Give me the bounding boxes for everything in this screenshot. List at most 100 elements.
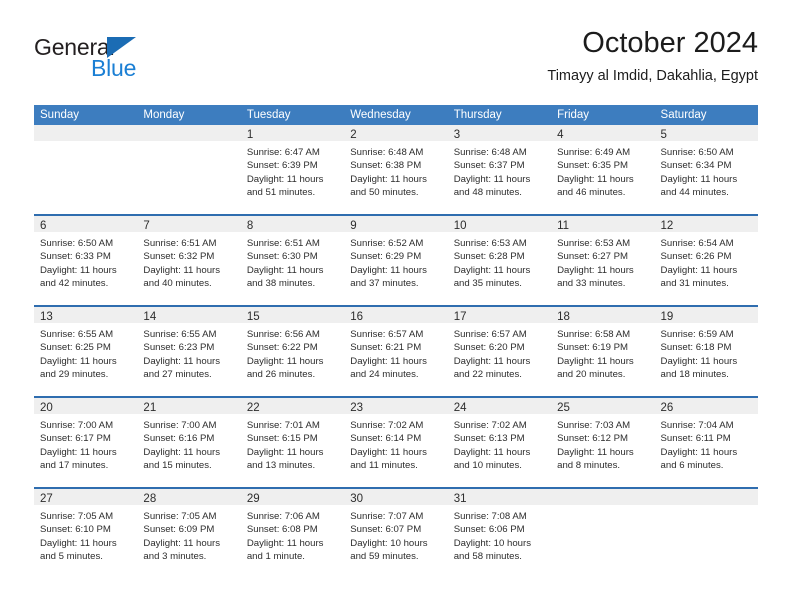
calendar-grid: Sunday Monday Tuesday Wednesday Thursday…: [34, 105, 758, 578]
day-details: Sunrise: 7:08 AM Sunset: 6:06 PM Daylight:…: [448, 505, 551, 564]
day-details: Sunrise: 7:00 AM Sunset: 6:16 PM Daylight:…: [137, 414, 240, 473]
calendar-day-cell[interactable]: 27 Sunrise: 7:05 AM Sunset: 6:10 PM Dayligh…: [34, 489, 138, 578]
calendar-day-cell[interactable]: 21 Sunrise: 7:00 AM Sunset: 6:16 PM Dayligh…: [137, 398, 241, 487]
sunset-time: Sunset: 6:19 PM: [557, 342, 629, 354]
sunrise-time: Sunrise: 7:05 AM: [40, 511, 114, 522]
daylight-duration: Daylight: 11 hours and 40 minutes.: [143, 264, 221, 290]
sunrise-time: Sunrise: 6:48 AM: [350, 147, 424, 158]
day-details: Sunrise: 6:55 AM Sunset: 6:23 PM Daylight:…: [137, 323, 240, 382]
day-number-band: 26: [654, 398, 758, 414]
sunrise-time: Sunrise: 6:50 AM: [660, 147, 734, 158]
calendar-day-cell[interactable]: 28 Sunrise: 7:05 AM Sunset: 6:09 PM Dayligh…: [137, 489, 241, 578]
calendar-day-cell[interactable]: 22 Sunrise: 7:01 AM Sunset: 6:15 PM Dayligh…: [240, 398, 345, 487]
calendar-day-cell[interactable]: 9 Sunrise: 6:52 AM Sunset: 6:29 PM Daylight…: [344, 216, 448, 305]
sunrise-time: Sunrise: 7:02 AM: [453, 420, 527, 431]
day-number-band: 24: [447, 398, 552, 414]
sunset-time: Sunset: 6:30 PM: [246, 251, 318, 263]
calendar-day-cell[interactable]: 26 Sunrise: 7:04 AM Sunset: 6:11 PM Dayligh…: [654, 398, 758, 487]
calendar-day-cell[interactable]: 18 Sunrise: 6:58 AM Sunset: 6:19 PM Dayligh…: [551, 307, 655, 396]
sunrise-time: Sunrise: 7:02 AM: [350, 420, 424, 431]
daylight-duration: Daylight: 11 hours and 46 minutes.: [557, 173, 634, 199]
daylight-duration: Daylight: 11 hours and 37 minutes.: [350, 264, 427, 290]
calendar-day-cell[interactable]: 1 Sunrise: 6:47 AM Sunset: 6:39 PM Daylight…: [240, 125, 345, 214]
sunset-time: Sunset: 6:33 PM: [40, 251, 111, 263]
daylight-duration: Daylight: 11 hours and 22 minutes.: [453, 355, 531, 381]
day-details: Sunrise: 6:52 AM Sunset: 6:29 PM Daylight:…: [344, 232, 447, 291]
daylight-duration: Daylight: 11 hours and 8 minutes.: [557, 446, 634, 472]
daylight-duration: Daylight: 11 hours and 26 minutes.: [246, 355, 324, 381]
daylight-duration: Daylight: 11 hours and 50 minutes.: [350, 173, 427, 199]
calendar-day-cell[interactable]: 12 Sunrise: 6:54 AM Sunset: 6:26 PM Dayligh…: [654, 216, 758, 305]
day-number-band: 16: [344, 307, 448, 323]
calendar-day-cell[interactable]: 13 Sunrise: 6:55 AM Sunset: 6:25 PM Dayligh…: [34, 307, 138, 396]
calendar-day-cell[interactable]: 10 Sunrise: 6:53 AM Sunset: 6:28 PM Dayligh…: [447, 216, 552, 305]
daylight-duration: Daylight: 11 hours and 13 minutes.: [246, 446, 324, 472]
day-number: 27: [40, 493, 53, 505]
weekday-header-saturday: Saturday: [660, 109, 707, 121]
day-number-band: 3: [447, 125, 552, 141]
weekday-header-monday: Monday: [143, 109, 185, 121]
daylight-duration: Daylight: 11 hours and 18 minutes.: [660, 355, 738, 381]
sunrise-time: Sunrise: 6:55 AM: [40, 329, 114, 340]
sunset-time: Sunset: 6:09 PM: [143, 524, 215, 536]
calendar-day-cell[interactable]: 19 Sunrise: 6:59 AM Sunset: 6:18 PM Dayligh…: [654, 307, 758, 396]
day-number-band: 9: [344, 216, 448, 232]
calendar-day-cell[interactable]: 25 Sunrise: 7:03 AM Sunset: 6:12 PM Dayligh…: [551, 398, 655, 487]
calendar-day-cell[interactable]: 24 Sunrise: 7:02 AM Sunset: 6:13 PM Dayligh…: [447, 398, 552, 487]
calendar-day-cell[interactable]: 2 Sunrise: 6:48 AM Sunset: 6:38 PM Daylight…: [344, 125, 448, 214]
calendar-day-cell[interactable]: 3 Sunrise: 6:48 AM Sunset: 6:37 PM Daylight…: [447, 125, 552, 214]
day-number-band: 31: [447, 489, 552, 505]
general-blue-logo: General Blue: [34, 34, 154, 86]
day-details: Sunrise: 6:55 AM Sunset: 6:25 PM Daylight:…: [34, 323, 137, 382]
calendar-day-cell[interactable]: 23 Sunrise: 7:02 AM Sunset: 6:14 PM Dayligh…: [344, 398, 448, 487]
daylight-duration: Daylight: 11 hours and 1 minute.: [246, 537, 324, 563]
logo-text-blue: Blue: [91, 55, 137, 81]
sunrise-time: Sunrise: 7:03 AM: [557, 420, 631, 431]
calendar-weeks: 1 Sunrise: 6:47 AM Sunset: 6:39 PM Daylight…: [34, 125, 758, 578]
sunset-time: Sunset: 6:23 PM: [143, 342, 215, 354]
sunset-time: Sunset: 6:39 PM: [246, 160, 318, 172]
day-number-band: 25: [551, 398, 655, 414]
day-number: 7: [143, 220, 150, 232]
day-details: Sunrise: 7:00 AM Sunset: 6:17 PM Daylight:…: [34, 414, 137, 473]
calendar-day-cell[interactable]: 6 Sunrise: 6:50 AM Sunset: 6:33 PM Daylight…: [34, 216, 138, 305]
day-details: Sunrise: 7:07 AM Sunset: 6:07 PM Daylight:…: [344, 505, 447, 564]
sunrise-time: Sunrise: 7:07 AM: [350, 511, 424, 522]
sunrise-time: Sunrise: 6:48 AM: [453, 147, 527, 158]
calendar-day-cell[interactable]: 11 Sunrise: 6:53 AM Sunset: 6:27 PM Dayligh…: [551, 216, 655, 305]
day-details: Sunrise: 7:03 AM Sunset: 6:12 PM Daylight:…: [551, 414, 654, 473]
sunset-time: Sunset: 6:35 PM: [557, 160, 629, 172]
calendar-day-cell[interactable]: 4 Sunrise: 6:49 AM Sunset: 6:35 PM Daylight…: [551, 125, 655, 214]
daylight-duration: Daylight: 11 hours and 20 minutes.: [557, 355, 634, 381]
sunrise-time: Sunrise: 6:47 AM: [246, 147, 320, 158]
calendar-day-cell[interactable]: 31 Sunrise: 7:08 AM Sunset: 6:06 PM Dayligh…: [447, 489, 552, 578]
calendar-day-cell[interactable]: 17 Sunrise: 6:57 AM Sunset: 6:20 PM Dayligh…: [447, 307, 552, 396]
daylight-duration: Daylight: 11 hours and 38 minutes.: [246, 264, 324, 290]
day-number: 22: [246, 402, 260, 414]
day-number-band: 10: [447, 216, 552, 232]
day-details: Sunrise: 6:57 AM Sunset: 6:20 PM Daylight:…: [448, 323, 551, 382]
day-number: 4: [557, 129, 564, 141]
day-number-band: 28: [137, 489, 241, 505]
sunset-time: Sunset: 6:11 PM: [660, 433, 731, 445]
day-number-band: 5: [654, 125, 758, 141]
calendar-day-cell[interactable]: 5 Sunrise: 6:50 AM Sunset: 6:34 PM Daylight…: [654, 125, 758, 214]
calendar-day-cell[interactable]: 8 Sunrise: 6:51 AM Sunset: 6:30 PM Daylight…: [240, 216, 345, 305]
calendar-day-cell[interactable]: 29 Sunrise: 7:06 AM Sunset: 6:08 PM Dayligh…: [240, 489, 345, 578]
calendar-day-cell[interactable]: 16 Sunrise: 6:57 AM Sunset: 6:21 PM Dayligh…: [344, 307, 448, 396]
day-number-band: 29: [240, 489, 345, 505]
sunrise-time: Sunrise: 6:53 AM: [557, 238, 631, 249]
day-number: 19: [660, 311, 674, 323]
daylight-duration: Daylight: 11 hours and 44 minutes.: [660, 173, 738, 199]
day-number: 18: [557, 311, 570, 323]
calendar-day-cell[interactable]: 30 Sunrise: 7:07 AM Sunset: 6:07 PM Dayligh…: [344, 489, 448, 578]
sunset-time: Sunset: 6:27 PM: [557, 251, 629, 263]
calendar-day-cell[interactable]: 20 Sunrise: 7:00 AM Sunset: 6:17 PM Dayligh…: [34, 398, 138, 487]
calendar-day-cell[interactable]: 7 Sunrise: 6:51 AM Sunset: 6:32 PM Daylight…: [137, 216, 241, 305]
day-number-band: 23: [344, 398, 448, 414]
sunset-time: Sunset: 6:07 PM: [350, 524, 422, 536]
day-number-band: 1: [240, 125, 345, 141]
calendar-day-cell[interactable]: 14 Sunrise: 6:55 AM Sunset: 6:23 PM Dayligh…: [137, 307, 241, 396]
day-details: Sunrise: 6:51 AM Sunset: 6:32 PM Daylight:…: [137, 232, 240, 291]
calendar-day-cell[interactable]: 15 Sunrise: 6:56 AM Sunset: 6:22 PM Dayligh…: [240, 307, 345, 396]
